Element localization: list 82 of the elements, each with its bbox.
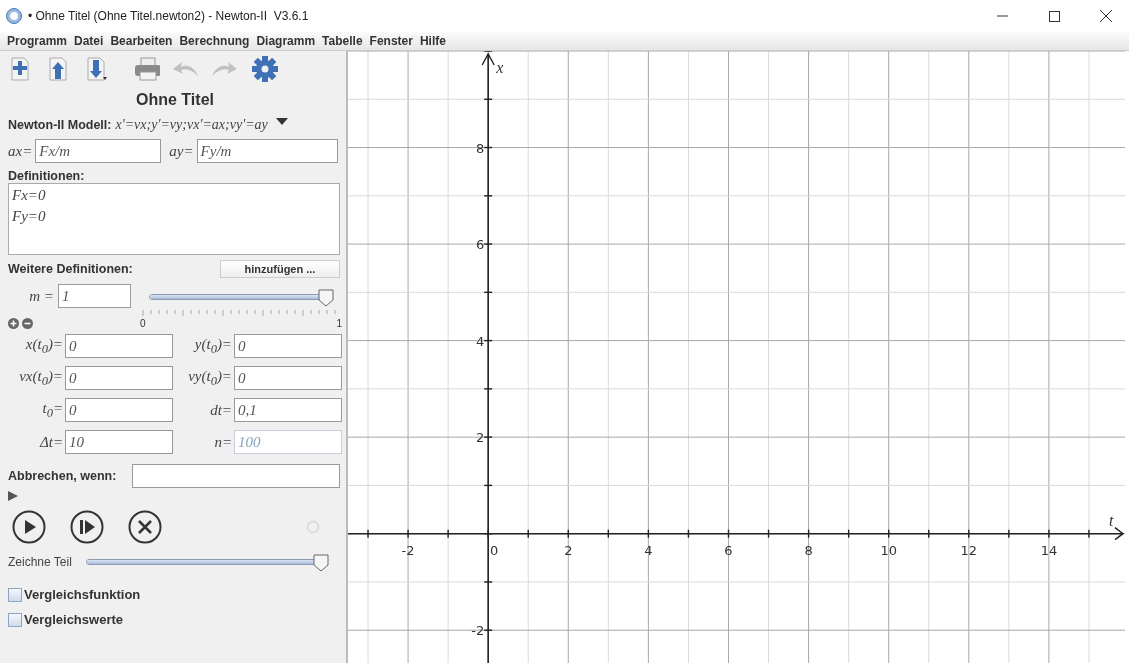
cancel-button[interactable] — [128, 510, 162, 544]
value-label: vy(t$_{0}$)= — [188, 367, 232, 389]
slider-max-label: 1 — [336, 317, 342, 329]
printer-icon — [134, 56, 160, 82]
add-icon[interactable] — [8, 317, 19, 329]
menu-item[interactable]: Tabelle — [319, 34, 367, 48]
model-formula: x'=vx;y'=vy;vx'=ax;vy'=ay — [115, 117, 268, 133]
slider-min-label: 0 — [140, 317, 146, 329]
toolbar-button[interactable] — [84, 55, 110, 83]
axis-label: x — [496, 59, 504, 76]
draw-part-label: Zeichne Teil — [8, 555, 72, 569]
menu-item[interactable]: Hilfe — [416, 34, 450, 48]
value-label: vx(t$_{0}$)= — [19, 367, 63, 389]
document-title: Ohne Titel — [135, 91, 215, 109]
section-label: Definitionen: — [8, 169, 86, 183]
tick-label: 6 — [724, 542, 733, 558]
checkbox[interactable] — [8, 612, 22, 627]
tick-label: 14 — [1040, 542, 1058, 558]
axis-label: t — [1109, 511, 1114, 529]
tick-label: 4 — [475, 333, 485, 349]
value-label: n= — [214, 433, 232, 451]
menu-item[interactable]: Bearbeiten — [107, 34, 177, 48]
definition-line: Fx=0 — [12, 187, 47, 204]
settings-icon — [252, 56, 278, 82]
menu-item[interactable]: Fenster — [366, 34, 417, 48]
checkbox-label: Vergleichswerte — [24, 612, 123, 627]
value-label: t$_{0}$= — [42, 399, 63, 421]
tick-label: 10 — [880, 542, 897, 558]
window-title: • Ohne Titel (Ohne Titel.newton2) - Newton-II V3.6.1 — [28, 9, 310, 23]
dropdown-icon[interactable] — [275, 118, 288, 126]
tick-label: 8 — [804, 542, 813, 558]
tick-label: 8 — [475, 140, 485, 156]
checkbox[interactable] — [8, 587, 22, 602]
section-label: Weitere Definitionen: — [8, 262, 133, 276]
tick-label: -2 — [401, 542, 415, 558]
maximize-icon — [1048, 10, 1060, 22]
value-label: x(t$_{0}$)= — [25, 335, 63, 357]
definitions-field[interactable]: Fx=0 Fy=0 — [8, 183, 340, 255]
equation-label: ax= — [8, 142, 33, 160]
abort-field[interactable] — [132, 464, 340, 488]
value-field[interactable]: 0 — [234, 334, 342, 358]
tick-label: 6 — [475, 237, 485, 253]
play-button[interactable] — [12, 510, 46, 544]
tick-label: 2 — [564, 542, 573, 558]
equation-label: ay= — [169, 142, 194, 160]
step-button[interactable] — [70, 510, 104, 544]
definition-line: Fy=0 — [12, 208, 47, 225]
toolbar-button[interactable] — [134, 55, 160, 83]
value-field[interactable]: 0,1 — [234, 398, 342, 422]
abort-label: Abbrechen, wenn: — [8, 469, 117, 483]
tick-label: 2 — [475, 430, 485, 446]
value-field[interactable]: 0 — [65, 366, 173, 390]
close-icon — [1100, 10, 1112, 22]
value-field[interactable]: 10 — [65, 430, 173, 454]
minimize-icon — [996, 15, 1008, 17]
add-button[interactable]: hinzufügen ... — [220, 260, 340, 278]
parameter-field[interactable]: 1 — [58, 284, 131, 308]
tick-label: 4 — [644, 542, 653, 558]
download-document-icon — [85, 56, 109, 82]
tick-label: 12 — [960, 542, 978, 558]
equation-field[interactable]: Fx/m — [35, 139, 162, 163]
expand-icon[interactable] — [8, 491, 18, 501]
equation-field[interactable]: Fy/m — [196, 139, 338, 163]
value-label: y(t$_{0}$)= — [194, 335, 232, 357]
value-field[interactable]: 0 — [65, 398, 173, 422]
remove-icon[interactable] — [22, 317, 33, 329]
slider-thumb[interactable] — [312, 554, 329, 572]
slider-thumb[interactable] — [318, 289, 334, 307]
value-field[interactable]: 0 — [234, 366, 342, 390]
value-label: dt= — [210, 401, 232, 419]
model-label: Newton-II Modell: — [8, 118, 112, 132]
value-label: Δt= — [39, 433, 63, 451]
app-icon — [6, 8, 22, 24]
menu-item[interactable]: Datei — [71, 34, 108, 48]
parameter-label: m = — [28, 288, 54, 305]
tick-label: 0 — [490, 542, 499, 558]
menu-item[interactable]: Programm — [4, 34, 72, 48]
checkbox-label: Vergleichsfunktion — [24, 587, 141, 602]
tick-label: -2 — [471, 623, 485, 639]
value-field[interactable]: 0 — [65, 334, 173, 358]
menu-item[interactable]: Diagramm — [253, 34, 320, 48]
menu-item[interactable]: Berechnung — [176, 34, 254, 48]
